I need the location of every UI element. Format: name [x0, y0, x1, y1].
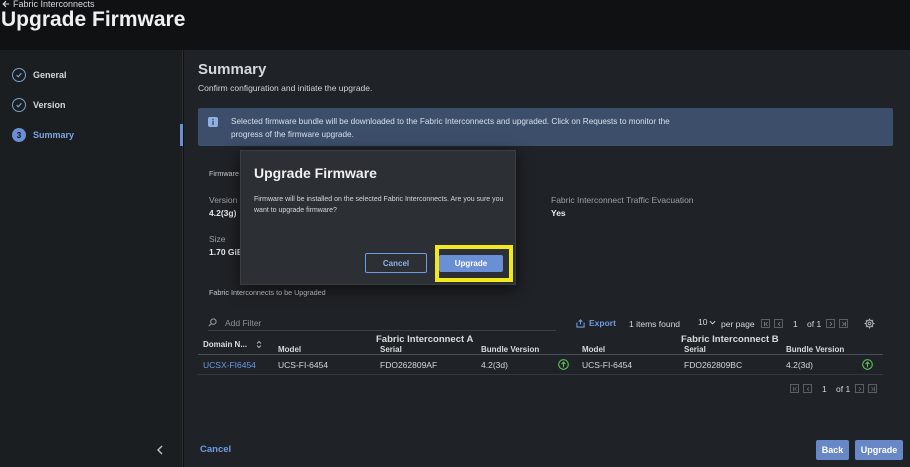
version-value: 4.2(3g) [209, 208, 237, 218]
column-header-serial-a: Serial [380, 345, 402, 354]
cell-model-b: UCS-FI-6454 [582, 360, 633, 370]
step-label: General [33, 70, 67, 80]
collapse-sidebar-icon[interactable] [155, 443, 167, 457]
dialog-message: Firmware will be installed on the select… [254, 196, 504, 214]
chevron-right-icon [829, 321, 832, 326]
last-page-icon [841, 321, 846, 326]
dialog-cancel-button[interactable]: Cancel [365, 253, 427, 273]
chevron-down-icon [710, 320, 716, 324]
export-button[interactable]: Export [576, 318, 616, 328]
next-page-button-bottom[interactable] [855, 384, 864, 393]
info-icon [208, 117, 218, 127]
last-page-button[interactable] [839, 319, 848, 328]
step-general[interactable]: General [12, 68, 67, 82]
evacuation-label: Fabric Interconnect Traffic Evacuation [551, 195, 694, 205]
wizard-cancel-button[interactable]: Cancel [200, 444, 231, 455]
size-label: Size [209, 234, 226, 244]
last-page-button-bottom[interactable] [868, 384, 877, 393]
dialog-upgrade-button[interactable]: Upgrade [439, 255, 503, 272]
active-step-indicator [180, 124, 183, 146]
group-header-fi-a: Fabric Interconnect A [376, 334, 474, 345]
next-page-button[interactable] [826, 319, 835, 328]
firmware-section-label: Firmware [209, 169, 239, 178]
column-header-model-a: Model [278, 345, 302, 354]
column-header-serial-b: Serial [684, 345, 706, 354]
dialog-title: Upgrade Firmware [254, 165, 377, 181]
table-row-divider [198, 374, 883, 375]
page-title: Upgrade Firmware [1, 8, 186, 31]
first-page-button[interactable] [761, 319, 770, 328]
section-subtitle: Confirm configuration and initiate the u… [198, 83, 373, 93]
chevron-left-icon [777, 321, 780, 326]
step-number: 3 [12, 128, 26, 142]
per-page-value: 10 [698, 317, 708, 327]
check-icon [12, 98, 26, 112]
current-page[interactable]: 1 [793, 319, 798, 329]
per-page-label: per page [721, 319, 755, 329]
first-page-button-bottom[interactable] [790, 384, 799, 393]
step-version[interactable]: Version [12, 98, 66, 112]
search-icon [208, 318, 217, 327]
export-label: Export [589, 318, 616, 328]
upgrade-button[interactable]: Upgrade [855, 440, 903, 460]
step-label: Summary [33, 130, 75, 140]
page-total: of 1 [807, 319, 822, 329]
items-found-count: 1 items found [629, 319, 681, 329]
gear-icon[interactable] [864, 318, 875, 329]
current-page-bottom[interactable]: 1 [822, 384, 827, 394]
first-page-icon [792, 386, 797, 391]
cell-bundle-a: 4.2(3d) [481, 360, 508, 370]
top-bar: Fabric Interconnects Upgrade Firmware [0, 0, 910, 50]
upgrade-firmware-dialog: Upgrade Firmware Firmware will be instal… [240, 150, 516, 285]
last-page-icon [870, 386, 875, 391]
first-page-icon [763, 321, 768, 326]
step-label: Version [33, 100, 66, 110]
export-icon [576, 318, 585, 328]
step-summary[interactable]: 3 Summary [12, 128, 74, 142]
info-banner: Selected firmware bundle will be downloa… [198, 108, 893, 146]
cell-serial-a: FDO262809AF [380, 360, 438, 370]
domain-link[interactable]: UCSX-FI6454 [203, 360, 256, 370]
size-value: 1.70 GiB [209, 247, 244, 257]
column-header-model-b: Model [582, 345, 606, 354]
chevron-left-icon [806, 386, 809, 391]
fis-to-upgrade-label: Fabric Interconnects to be Upgraded [209, 288, 326, 297]
arrow-left-icon [2, 0, 10, 8]
prev-page-button[interactable] [774, 319, 783, 328]
version-label: Version [209, 195, 238, 205]
chevron-right-icon [858, 386, 861, 391]
check-icon [12, 68, 26, 82]
sort-icon[interactable] [256, 340, 262, 349]
info-banner-text: Selected firmware bundle will be downloa… [231, 117, 670, 139]
table-header-divider [198, 354, 883, 355]
column-header-bundle-b: Bundle Version [786, 345, 845, 354]
filter-input[interactable]: Add Filter [208, 315, 556, 331]
cell-bundle-b: 4.2(3d) [786, 360, 813, 370]
wizard-sidebar: General Version 3 Summary [0, 50, 183, 467]
back-button[interactable]: Back [816, 440, 849, 460]
column-header-bundle-a: Bundle Version [481, 345, 540, 354]
prev-page-button-bottom[interactable] [803, 384, 812, 393]
evacuation-value: Yes [551, 208, 566, 218]
section-title: Summary [198, 61, 267, 78]
cell-model-a: UCS-FI-6454 [278, 360, 329, 370]
upgrade-status-icon [558, 359, 569, 370]
per-page-select[interactable]: 10 [698, 317, 716, 327]
cell-serial-b: FDO262809BC [684, 360, 743, 370]
column-header-domain[interactable]: Domain N... [203, 340, 247, 349]
group-header-fi-b: Fabric Interconnect B [681, 334, 779, 345]
page-total-bottom: of 1 [836, 384, 851, 394]
filter-placeholder: Add Filter [225, 317, 262, 328]
upgrade-status-icon [862, 359, 873, 370]
